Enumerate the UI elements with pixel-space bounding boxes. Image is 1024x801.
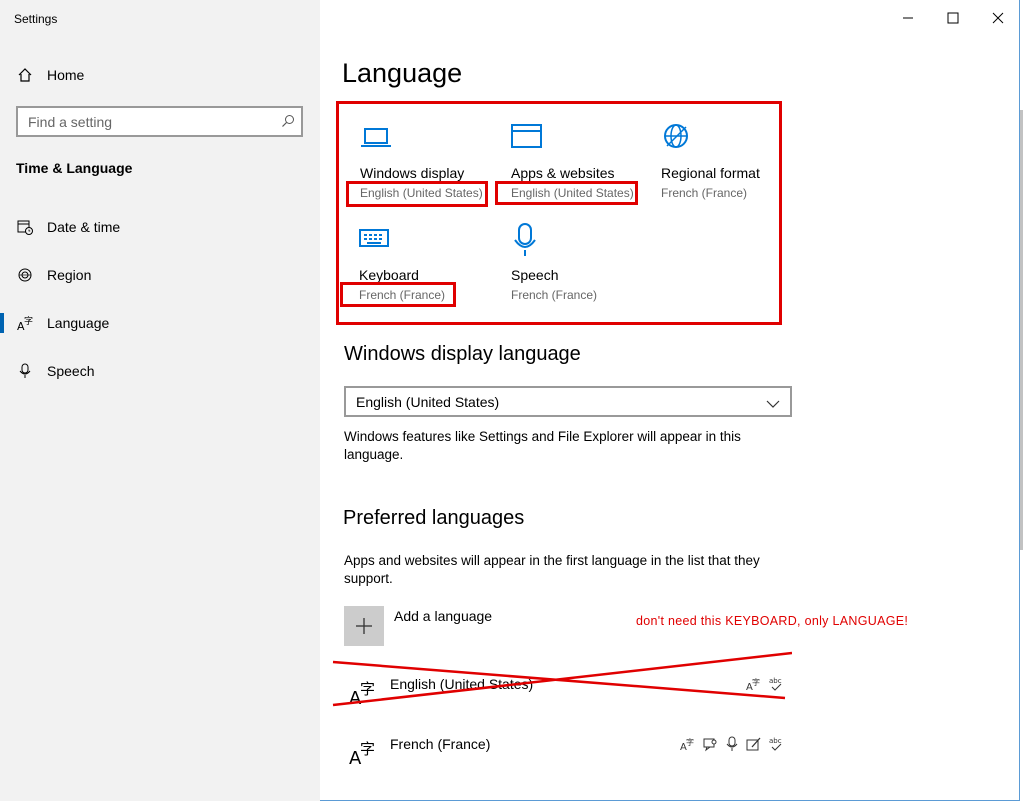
- tile-speech[interactable]: Speech French (France): [511, 222, 651, 306]
- handwriting-icon: [746, 736, 762, 752]
- home-icon: [17, 67, 33, 83]
- display-language-value: English (United States): [356, 394, 500, 410]
- window-icon: [511, 124, 543, 155]
- language-row-french[interactable]: A字 French (France) A字 abc: [344, 728, 794, 778]
- minimize-button[interactable]: [885, 0, 931, 36]
- microphone-icon: [724, 736, 740, 752]
- tile-sub: French (France): [359, 288, 446, 302]
- description-line: Apps and websites will appear in the fir…: [344, 553, 760, 568]
- sidebar-item-label: Region: [47, 267, 92, 283]
- minimize-icon: [903, 17, 913, 19]
- language-features: A字 abc: [680, 736, 784, 752]
- search-placeholder: Find a setting: [28, 114, 113, 130]
- sidebar-item-language[interactable]: A字 Language: [0, 303, 320, 343]
- laptop-icon: [360, 124, 392, 155]
- language-icon: A字: [17, 315, 33, 331]
- preferred-languages-description: Apps and websites will appear in the fir…: [344, 552, 794, 588]
- display-language-select[interactable]: English (United States): [344, 386, 792, 417]
- display-language-description: Windows features like Settings and File …: [344, 428, 794, 464]
- microphone-icon: [511, 222, 541, 263]
- tile-keyboard[interactable]: Keyboard French (France): [359, 226, 499, 306]
- scrollbar-thumb[interactable]: [1020, 110, 1023, 550]
- tile-label: Regional format: [661, 165, 760, 181]
- search-input[interactable]: Find a setting: [16, 106, 303, 137]
- speech-icon: [702, 736, 718, 752]
- close-icon: [992, 12, 1004, 24]
- tile-apps-websites[interactable]: Apps & websites English (United States): [511, 124, 651, 204]
- plus-icon: [356, 618, 372, 634]
- description-line: Windows features like Settings and File …: [344, 429, 741, 444]
- sidebar-item-label: Language: [47, 315, 110, 331]
- tile-regional-format[interactable]: Regional format French (France): [661, 122, 801, 202]
- app-title: Settings: [14, 12, 58, 26]
- sidebar-item-label: Date & time: [47, 219, 121, 235]
- sidebar-section-title: Time & Language: [16, 160, 133, 176]
- display-language-heading: Windows display language: [344, 343, 581, 365]
- tile-label: Keyboard: [359, 267, 419, 283]
- tile-sub: French (France): [661, 186, 748, 200]
- svg-text:abc: abc: [769, 737, 782, 745]
- chevron-down-icon: [766, 396, 780, 414]
- svg-text:字: 字: [24, 315, 33, 327]
- preferred-languages-heading: Preferred languages: [343, 507, 525, 529]
- display-language-icon: A字: [680, 736, 696, 752]
- annotation-note: don't need this KEYBOARD, only LANGUAGE!: [636, 614, 909, 628]
- tile-label: Apps & websites: [511, 165, 615, 181]
- globe-icon: [661, 122, 693, 159]
- spelling-icon: abc: [768, 736, 784, 752]
- sidebar-home-label: Home: [47, 67, 85, 83]
- svg-text:字: 字: [360, 740, 375, 758]
- tile-sub: English (United States): [360, 186, 483, 200]
- microphone-icon: [17, 363, 33, 379]
- globe-icon: [17, 267, 33, 283]
- annotation-cross: [332, 651, 792, 707]
- tile-windows-display[interactable]: Windows display English (United States): [360, 124, 500, 204]
- sidebar-item-home[interactable]: Home: [0, 55, 320, 95]
- keyboard-icon: [359, 226, 391, 257]
- close-button[interactable]: [975, 0, 1021, 36]
- search-icon: [281, 114, 295, 133]
- language-name: French (France): [390, 736, 491, 752]
- tile-sub: French (France): [511, 288, 598, 302]
- sidebar-item-date-time[interactable]: Date & time: [0, 207, 320, 247]
- tile-sub: English (United States): [511, 186, 634, 200]
- page-title: Language: [342, 58, 463, 88]
- language-icon: A字: [348, 736, 380, 771]
- maximize-button[interactable]: [930, 0, 976, 36]
- maximize-icon: [947, 12, 959, 24]
- add-language-label[interactable]: Add a language: [394, 608, 492, 624]
- add-language-button[interactable]: [344, 606, 384, 646]
- sidebar-item-speech[interactable]: Speech: [0, 351, 320, 391]
- tile-label: Windows display: [360, 165, 465, 181]
- description-line: language.: [344, 447, 404, 462]
- svg-text:字: 字: [686, 737, 694, 747]
- description-line: support.: [344, 571, 393, 586]
- tile-label: Speech: [511, 267, 559, 283]
- calendar-clock-icon: [17, 219, 33, 235]
- sidebar-item-region[interactable]: Region: [0, 255, 320, 295]
- sidebar-item-label: Speech: [47, 363, 95, 379]
